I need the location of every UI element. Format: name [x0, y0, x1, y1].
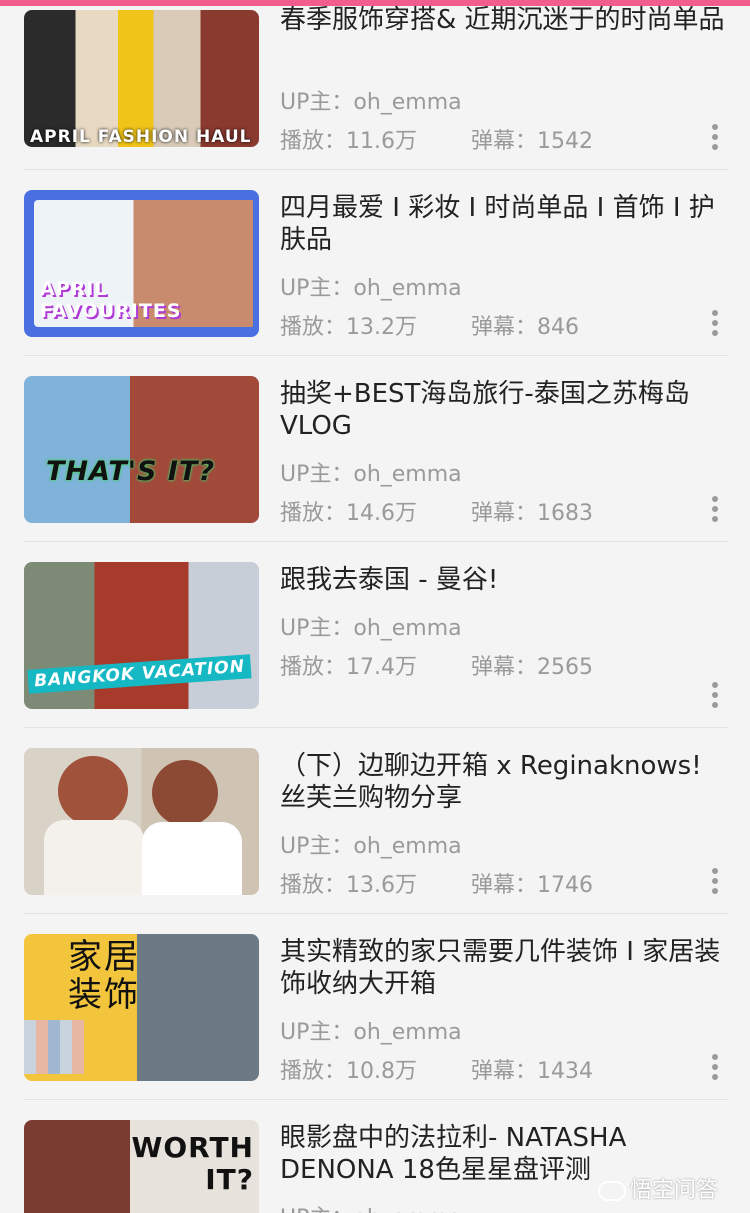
video-title[interactable]: 其实精致的家只需要几件装饰 I 家居装饰收纳大开箱 — [280, 936, 730, 1000]
danmaku-count: 弹幕：1683 — [471, 501, 593, 526]
video-thumbnail[interactable]: BANGKOK VACATION — [24, 562, 259, 709]
play-count: 播放：14.6万 — [280, 501, 417, 526]
more-options-icon[interactable] — [706, 122, 724, 152]
video-list-item[interactable]: （下）边聊边开箱 x Reginaknows! 丝芙兰购物分享 UP主：oh_e… — [0, 748, 750, 934]
watermark: 悟空问答 — [598, 1172, 718, 1204]
danmaku-count: 弹幕：2565 — [471, 655, 593, 680]
thumbnail-caption: APRIL FASHION HAUL — [30, 127, 252, 147]
video-title[interactable]: 跟我去泰国 - 曼谷! — [280, 564, 730, 596]
video-title[interactable]: 春季服饰穿搭& 近期沉迷于的时尚单品 — [280, 4, 730, 36]
video-thumbnail[interactable]: THAT'S IT? — [24, 376, 259, 523]
more-options-icon[interactable] — [706, 308, 724, 338]
play-count: 播放：13.6万 — [280, 873, 417, 898]
divider — [24, 541, 728, 542]
play-count: 播放：10.8万 — [280, 1059, 417, 1084]
video-title[interactable]: 四月最爱 I 彩妆 I 时尚单品 I 首饰 I 护肤品 — [280, 192, 730, 256]
more-options-icon[interactable] — [706, 494, 724, 524]
video-uploader[interactable]: UP主：oh_emma — [280, 1200, 462, 1213]
danmaku-count: 弹幕：1746 — [471, 873, 593, 898]
video-list-item[interactable]: BANGKOK VACATION 跟我去泰国 - 曼谷! UP主：oh_emma… — [0, 562, 750, 748]
thumbnail-caption: 家居装饰 — [68, 937, 140, 1015]
video-title[interactable]: （下）边聊边开箱 x Reginaknows! 丝芙兰购物分享 — [280, 750, 730, 814]
divider — [24, 913, 728, 914]
play-count: 播放：17.4万 — [280, 655, 417, 680]
more-options-icon[interactable] — [706, 680, 724, 710]
video-thumbnail[interactable]: APRIL FAVOURITES — [24, 190, 259, 337]
thumbnail-caption: WORTH IT? — [131, 1131, 254, 1196]
thumbnail-caption: APRIL FAVOURITES — [40, 278, 182, 322]
divider — [24, 727, 728, 728]
danmaku-count: 弹幕：846 — [471, 315, 579, 340]
video-thumbnail[interactable]: APRIL FASHION HAUL — [24, 10, 259, 147]
thumbnail-caption: BANGKOK VACATION — [27, 654, 252, 694]
more-options-icon[interactable] — [706, 866, 724, 896]
video-title[interactable]: 抽奖+BEST海岛旅行-泰国之苏梅岛VLOG — [280, 378, 730, 442]
video-thumbnail[interactable] — [24, 748, 259, 895]
play-count: 播放：11.6万 — [280, 129, 417, 154]
chat-bubble-icon — [598, 1181, 626, 1201]
video-list-item[interactable]: APRIL FAVOURITES 四月最爱 I 彩妆 I 时尚单品 I 首饰 I… — [0, 190, 750, 376]
video-list-item[interactable]: 家居装饰 其实精致的家只需要几件装饰 I 家居装饰收纳大开箱 UP主：oh_em… — [0, 934, 750, 1120]
video-uploader[interactable]: UP主：oh_emma — [280, 610, 462, 642]
more-options-icon[interactable] — [706, 1052, 724, 1082]
video-uploader[interactable]: UP主：oh_emma — [280, 270, 462, 302]
video-uploader[interactable]: UP主：oh_emma — [280, 828, 462, 860]
thumbnail-caption: THAT'S IT? — [46, 456, 215, 487]
watermark-text: 悟空问答 — [630, 1178, 719, 1203]
video-uploader[interactable]: UP主：oh_emma — [280, 84, 462, 116]
divider — [24, 355, 728, 356]
video-uploader[interactable]: UP主：oh_emma — [280, 456, 462, 488]
danmaku-count: 弹幕：1434 — [471, 1059, 593, 1084]
video-uploader[interactable]: UP主：oh_emma — [280, 1014, 462, 1046]
danmaku-count: 弹幕：1542 — [471, 129, 593, 154]
divider — [24, 1099, 728, 1100]
video-thumbnail[interactable]: WORTH IT? — [24, 1120, 259, 1213]
play-count: 播放：13.2万 — [280, 315, 417, 340]
video-list-item[interactable]: THAT'S IT? 抽奖+BEST海岛旅行-泰国之苏梅岛VLOG UP主：oh… — [0, 376, 750, 562]
video-thumbnail[interactable]: 家居装饰 — [24, 934, 259, 1081]
divider — [24, 169, 728, 170]
